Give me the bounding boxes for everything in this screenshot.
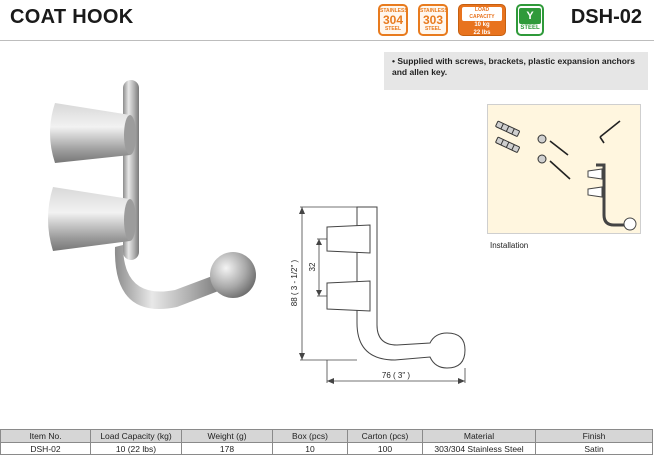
screw-icon xyxy=(549,160,571,180)
col-header: Item No. xyxy=(0,429,91,443)
material-table: Material Finish 303/304 Stainless Steel … xyxy=(422,429,653,455)
header-divider xyxy=(0,40,654,41)
drawing-upper-mount xyxy=(326,224,371,254)
table-header-row: Material Finish xyxy=(422,429,653,443)
anchor-icon xyxy=(495,120,520,137)
installation-illustration xyxy=(495,120,637,231)
hook-ball xyxy=(210,252,256,298)
cell: 100 xyxy=(347,442,423,455)
load-capacity-badge: LOAD CAPACITY 10 kg 22 lbs xyxy=(458,4,506,36)
coat-hook-photo xyxy=(48,80,256,309)
arrow-icon xyxy=(316,239,322,245)
col-header: Finish xyxy=(535,429,653,443)
table-row: DSH-02 10 (22 lbs) 178 10 100 xyxy=(0,442,423,455)
cell: 10 xyxy=(272,442,348,455)
lower-mount-cone xyxy=(48,187,130,251)
badge-number: 304 xyxy=(382,13,404,27)
anchor-icon xyxy=(495,136,520,153)
specs-table: Item No. Load Capacity (kg) Weight (g) B… xyxy=(0,429,423,455)
arrow-icon xyxy=(458,378,465,384)
steel-y-icon: Y xyxy=(519,8,541,24)
drawing-lower-mount xyxy=(326,280,371,312)
dim-width-label: 76 ( 3" ) xyxy=(382,371,411,380)
col-header: Load Capacity (kg) xyxy=(90,429,182,443)
col-header: Box (pcs) xyxy=(272,429,348,443)
drawing-hook-outline xyxy=(356,206,466,369)
cell: 10 (22 lbs) xyxy=(90,442,182,455)
cell: 303/304 Stainless Steel xyxy=(422,442,536,455)
page-title: COAT HOOK xyxy=(10,6,134,28)
model-code: DSH-02 xyxy=(570,6,642,28)
lower-cone-face xyxy=(124,199,136,241)
installation-diagram xyxy=(487,104,641,234)
table-header-row: Item No. Load Capacity (kg) Weight (g) B… xyxy=(0,429,423,443)
arrow-icon xyxy=(327,378,334,384)
upper-mount-cone xyxy=(50,103,130,163)
mini-mount-icon xyxy=(587,186,603,198)
arrow-icon xyxy=(316,290,322,296)
cell: 178 xyxy=(181,442,273,455)
mini-mount-icon xyxy=(587,168,603,180)
col-header: Carton (pcs) xyxy=(347,429,423,443)
supply-note: • Supplied with screws, brackets, plasti… xyxy=(384,52,648,90)
bracket-icon xyxy=(537,134,547,144)
badge-line-2: 22 lbs xyxy=(473,30,491,36)
badge-heading: LOAD CAPACITY xyxy=(462,7,502,21)
arrow-icon xyxy=(299,207,305,214)
stainless-303-badge: STAINLESS 303 STEEL xyxy=(418,4,448,36)
screw-icon xyxy=(549,140,569,156)
allen-key-icon xyxy=(599,120,621,144)
badge-label: STEEL xyxy=(520,25,540,31)
badge-number: 303 xyxy=(422,13,444,27)
bracket-icon xyxy=(537,154,547,164)
upper-cone-face xyxy=(124,115,136,155)
arrow-icon xyxy=(299,353,305,360)
technical-drawing: 88 ( 3 - 1/2" ) 32 76 ( 3" ) xyxy=(290,206,466,384)
dim-height-label: 88 ( 3 - 1/2" ) xyxy=(290,259,299,306)
badge-line-1: 10 kg xyxy=(474,22,490,28)
steel-badge: Y STEEL xyxy=(516,4,544,36)
table-row: 303/304 Stainless Steel Satin xyxy=(422,442,653,455)
cell: DSH-02 xyxy=(0,442,91,455)
col-header: Material xyxy=(422,429,536,443)
col-header: Weight (g) xyxy=(181,429,273,443)
dim-spacing-label: 32 xyxy=(308,262,317,271)
mini-hook-ball xyxy=(623,217,637,231)
installation-label: Installation xyxy=(490,241,529,250)
stainless-304-badge: STAINLESS 304 STEEL xyxy=(378,4,408,36)
cell: Satin xyxy=(535,442,653,455)
